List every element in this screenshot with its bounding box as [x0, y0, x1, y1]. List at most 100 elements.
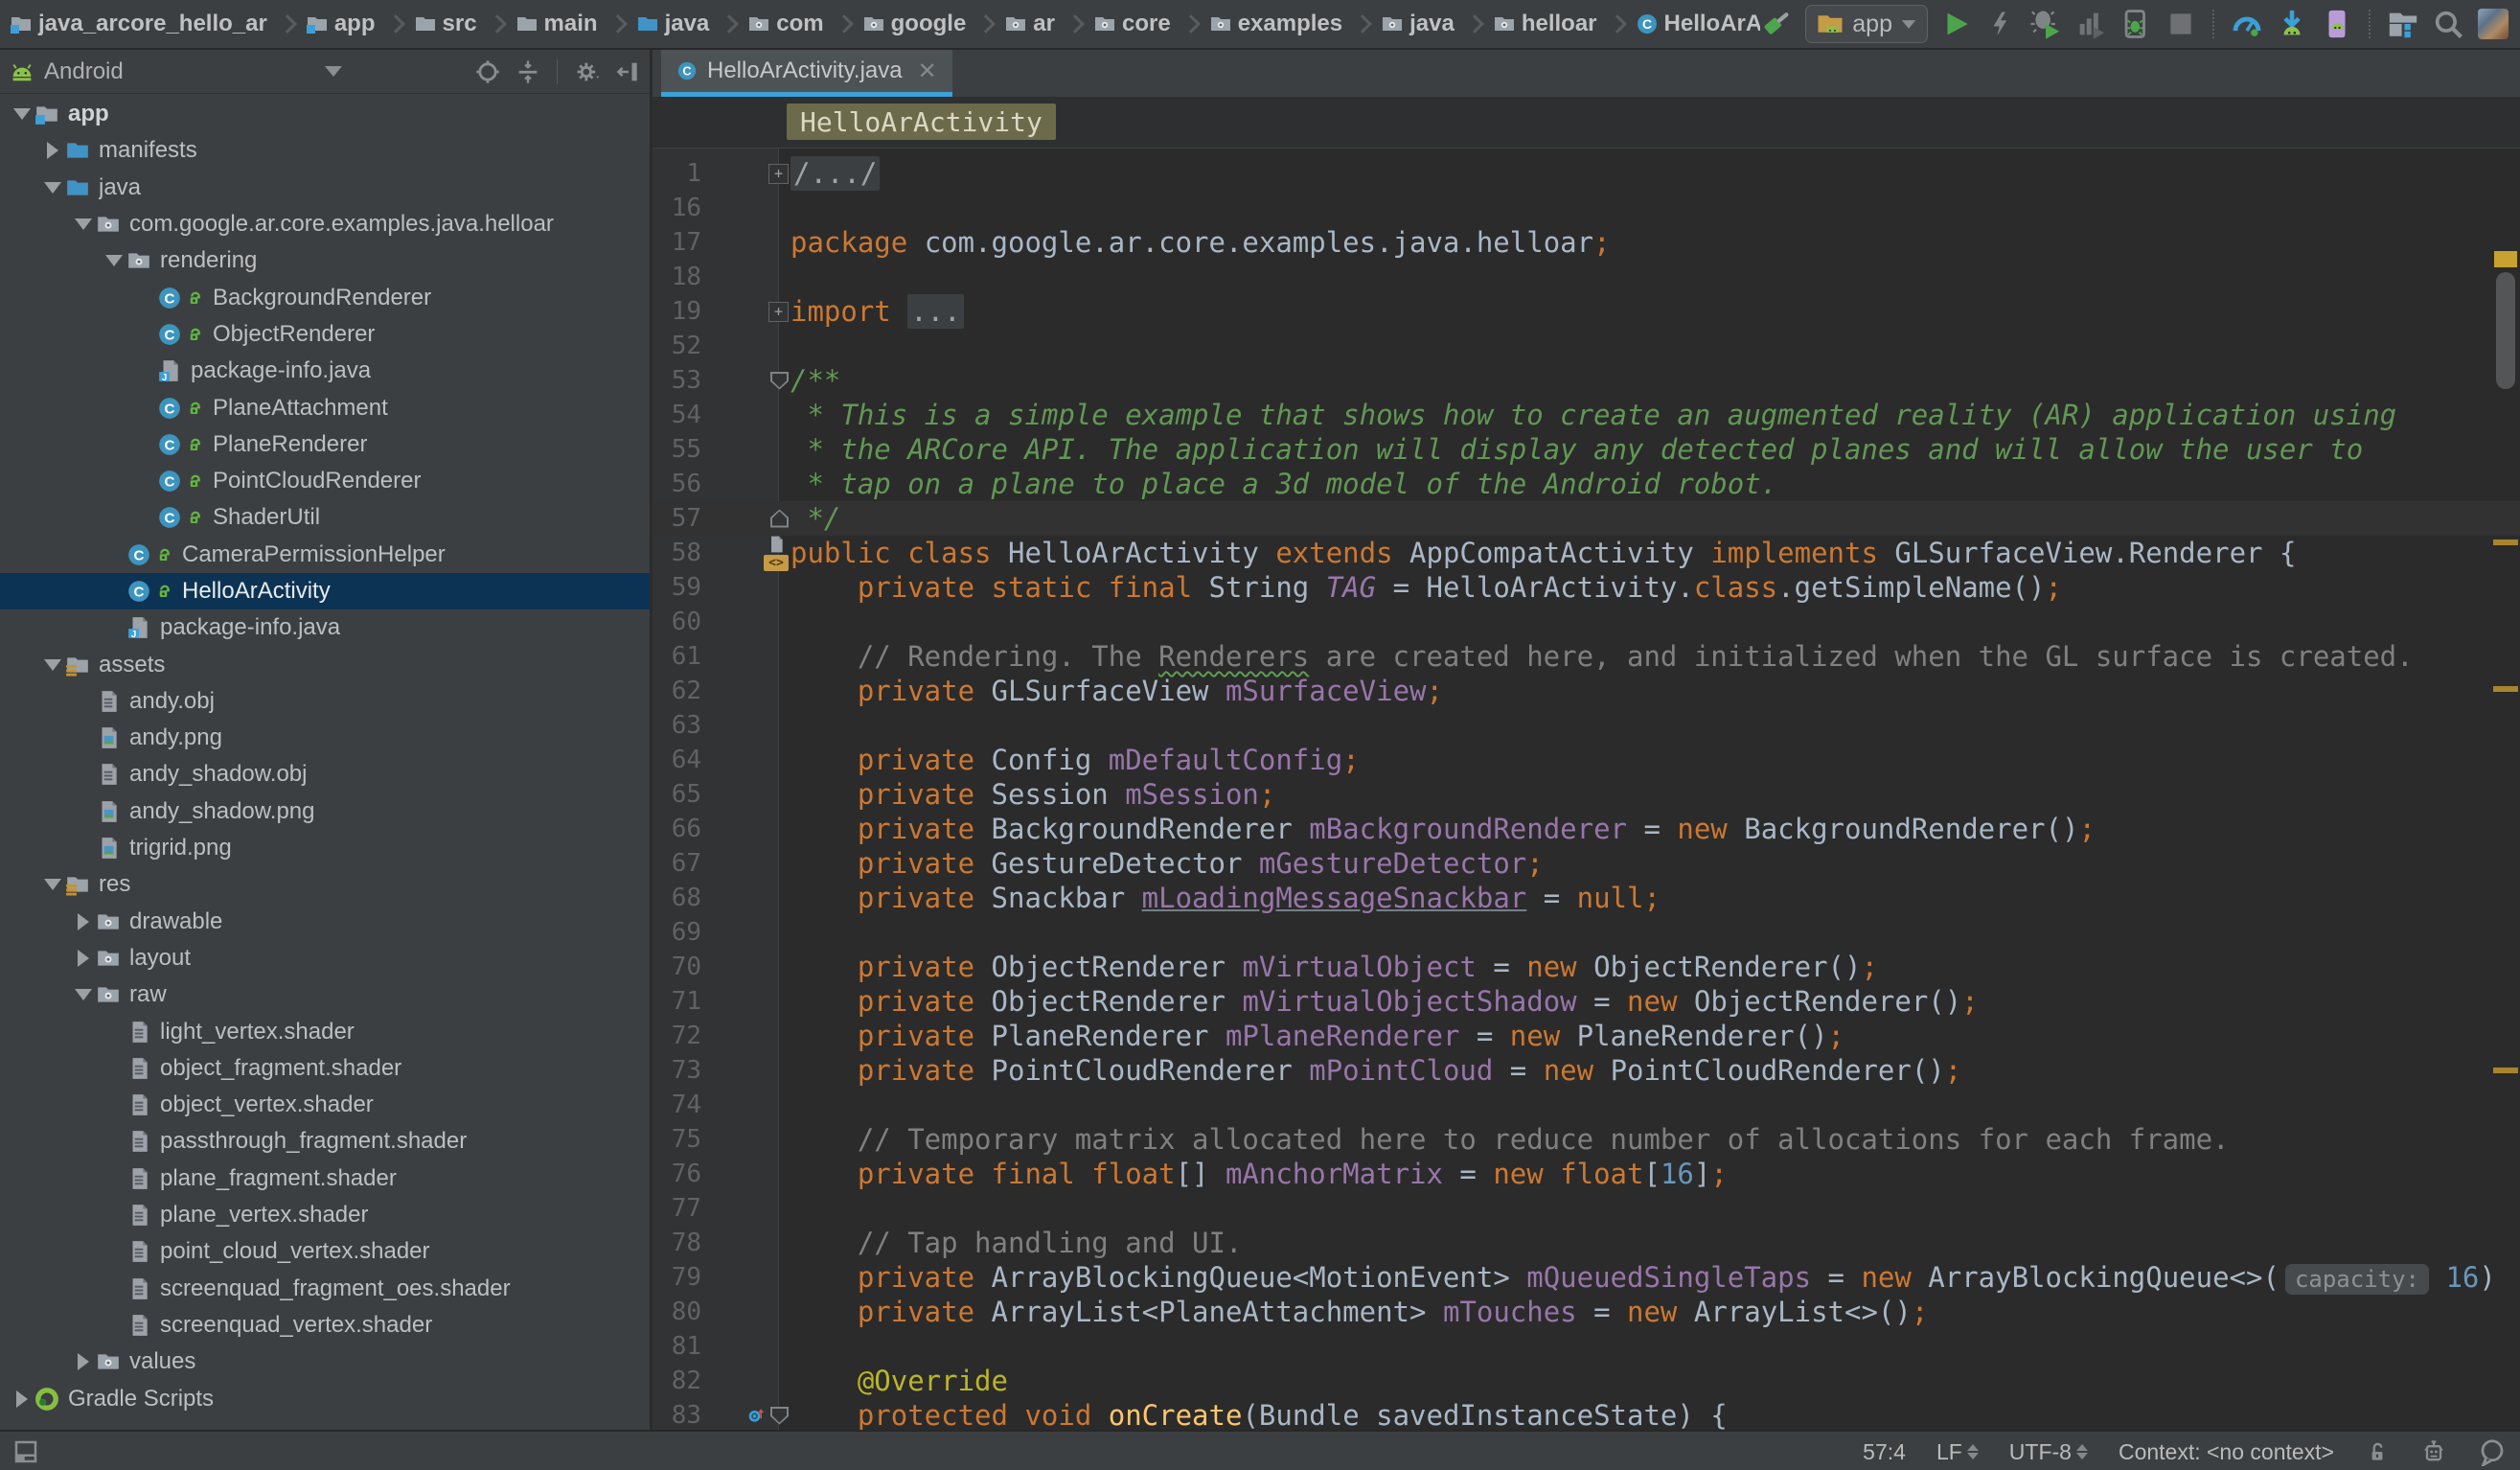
- tree-item-point-cloud-vertex-shader[interactable]: point_cloud_vertex.shader: [0, 1233, 650, 1270]
- code-line[interactable]: 59 private static final String TAG = Hel…: [653, 570, 2520, 605]
- tree-item-plane-fragment-shader[interactable]: plane_fragment.shader: [0, 1160, 650, 1197]
- breadcrumb-item-google[interactable]: google: [862, 11, 967, 37]
- code-line[interactable]: 83 protected void onCreate(Bundle savedI…: [653, 1398, 2520, 1430]
- code-line[interactable]: 55 * the ARCore API. The application wil…: [653, 432, 2520, 467]
- tree-item-andy-png[interactable]: andy.png: [0, 720, 650, 756]
- tree-item-pointcloudrenderer[interactable]: CPointCloudRenderer: [0, 463, 650, 499]
- tree-item-planeattachment[interactable]: CPlaneAttachment: [0, 389, 650, 425]
- fold-collapse-icon[interactable]: [770, 1407, 789, 1425]
- code-line[interactable]: 71 private ObjectRenderer mVirtualObject…: [653, 984, 2520, 1019]
- tree-item-drawable[interactable]: drawable: [0, 904, 650, 940]
- warning-stripe-mark[interactable]: [2493, 686, 2518, 692]
- tree-item-com-google-ar-core-examples-java-helloar[interactable]: com.google.ar.core.examples.java.helloar: [0, 206, 650, 242]
- tree-item-trigrid-png[interactable]: trigrid.png: [0, 830, 650, 866]
- tree-item-andy-shadow-obj[interactable]: andy_shadow.obj: [0, 756, 650, 792]
- code-line[interactable]: 17package com.google.ar.core.examples.ja…: [653, 225, 2520, 260]
- tree-item-shaderutil[interactable]: CShaderUtil: [0, 499, 650, 536]
- debug-button[interactable]: [2028, 7, 2063, 41]
- code-line[interactable]: 64 private Config mDefaultConfig;: [653, 743, 2520, 777]
- breadcrumb-item-examples[interactable]: examples: [1209, 11, 1342, 37]
- project-view-selector[interactable]: Android: [44, 58, 124, 85]
- code-line[interactable]: 63: [653, 708, 2520, 743]
- tree-item-package-info-java[interactable]: Jpackage-info.java: [0, 353, 650, 389]
- tab-helloaractivity-java[interactable]: C HelloArActivity.java ✕: [661, 50, 952, 92]
- caret-position[interactable]: 57:4: [1863, 1439, 1906, 1465]
- tree-item-andy-obj[interactable]: andy.obj: [0, 683, 650, 720]
- code-line[interactable]: 53/**: [653, 363, 2520, 398]
- run-button[interactable]: [1938, 7, 1973, 41]
- tree-item-helloaractivity[interactable]: CHelloArActivity: [0, 573, 650, 609]
- tree-item-andy-shadow-png[interactable]: andy_shadow.png: [0, 793, 650, 830]
- code-line[interactable]: 66 private BackgroundRenderer mBackgroun…: [653, 812, 2520, 846]
- profile-button[interactable]: [2073, 7, 2108, 41]
- warning-stripe-mark[interactable]: [2493, 1068, 2518, 1073]
- breadcrumb-item-java[interactable]: java: [636, 11, 710, 37]
- profiler-button[interactable]: [2230, 7, 2264, 41]
- fold-end-icon[interactable]: [770, 510, 789, 528]
- inspector-icon[interactable]: [2420, 1437, 2447, 1466]
- tree-item-java[interactable]: java: [0, 170, 650, 206]
- code-line[interactable]: 69: [653, 915, 2520, 950]
- make-project-button[interactable]: [1760, 7, 1795, 41]
- tree-item-object-vertex-shader[interactable]: object_vertex.shader: [0, 1087, 650, 1123]
- tree-item-layout[interactable]: layout: [0, 940, 650, 976]
- tree-item-object-fragment-shader[interactable]: object_fragment.shader: [0, 1050, 650, 1087]
- code-line[interactable]: 56 * tap on a plane to place a 3d model …: [653, 467, 2520, 501]
- code-line[interactable]: 79 private ArrayBlockingQueue<MotionEven…: [653, 1260, 2520, 1295]
- code-line[interactable]: 1+/.../: [653, 156, 2520, 191]
- tree-item-screenquad-vertex-shader[interactable]: screenquad_vertex.shader: [0, 1307, 650, 1344]
- code-line[interactable]: 80 private ArrayList<PlaneAttachment> mT…: [653, 1295, 2520, 1329]
- code-line[interactable]: 78 // Tap handling and UI.: [653, 1226, 2520, 1260]
- attach-debugger-button[interactable]: [2119, 7, 2153, 41]
- tree-item-plane-vertex-shader[interactable]: plane_vertex.shader: [0, 1197, 650, 1233]
- fold-expand-icon[interactable]: +: [768, 302, 789, 322]
- unlock-icon[interactable]: [2365, 1438, 2390, 1465]
- tree-item-package-info-java[interactable]: Jpackage-info.java: [0, 609, 650, 646]
- hide-panel-icon[interactable]: [615, 58, 642, 85]
- breadcrumb-item-core[interactable]: core: [1093, 11, 1171, 37]
- breadcrumb-item-java[interactable]: java: [1381, 11, 1455, 37]
- code-line[interactable]: 61 // Rendering. The Renderers are creat…: [653, 639, 2520, 674]
- close-icon[interactable]: ✕: [918, 57, 937, 85]
- code-line[interactable]: 60: [653, 605, 2520, 639]
- code-line[interactable]: 19+import ...: [653, 294, 2520, 329]
- code-line[interactable]: 65 private Session mSession;: [653, 777, 2520, 812]
- breadcrumb-current-element[interactable]: HelloArActivity: [787, 103, 1056, 140]
- tree-item-camerapermissionhelper[interactable]: CCameraPermissionHelper: [0, 537, 650, 573]
- code-line[interactable]: 52: [653, 329, 2520, 363]
- breadcrumb-item-helloaractivity[interactable]: CHelloArActivity: [1636, 11, 1761, 37]
- code-line[interactable]: 73 private PointCloudRenderer mPointClou…: [653, 1053, 2520, 1088]
- stop-button[interactable]: [2164, 7, 2198, 41]
- breadcrumb-item-main[interactable]: main: [515, 11, 598, 37]
- sdk-manager-button[interactable]: [2275, 7, 2309, 41]
- breadcrumb-item-java_arcore_hello_ar[interactable]: java_arcore_hello_ar: [10, 11, 267, 37]
- chevron-down-icon[interactable]: [325, 66, 342, 77]
- code-line[interactable]: 67 private GestureDetector mGestureDetec…: [653, 846, 2520, 881]
- code-line[interactable]: 77: [653, 1191, 2520, 1226]
- tree-item-values[interactable]: values: [0, 1344, 650, 1380]
- line-ending-select[interactable]: LF: [1936, 1439, 1979, 1465]
- code-line[interactable]: 54 * This is a simple example that shows…: [653, 398, 2520, 432]
- tree-item-passthrough-fragment-shader[interactable]: passthrough_fragment.shader: [0, 1123, 650, 1160]
- tree-item-backgroundrenderer[interactable]: CBackgroundRenderer: [0, 279, 650, 315]
- tree-item-screenquad-fragment-oes-shader[interactable]: screenquad_fragment_oes.shader: [0, 1271, 650, 1307]
- tree-item-raw[interactable]: raw: [0, 976, 650, 1013]
- warning-stripe-mark[interactable]: [2493, 540, 2518, 545]
- panel-toggle-icon[interactable]: [11, 1437, 40, 1466]
- code-editor[interactable]: 1+/.../1617package com.google.ar.core.ex…: [653, 149, 2520, 1430]
- tree-item-objectrenderer[interactable]: CObjectRenderer: [0, 316, 650, 353]
- error-stripe[interactable]: [2489, 247, 2520, 1430]
- fold-collapse-icon[interactable]: [770, 372, 789, 390]
- tree-item-assets[interactable]: assets: [0, 646, 650, 682]
- breadcrumb-item-helloar[interactable]: helloar: [1493, 11, 1597, 37]
- search-everywhere-button[interactable]: [2431, 7, 2465, 41]
- code-line[interactable]: 81: [653, 1329, 2520, 1364]
- gear-icon[interactable]: [573, 58, 602, 85]
- code-line[interactable]: 18: [653, 260, 2520, 294]
- tree-item-planerenderer[interactable]: CPlaneRenderer: [0, 426, 650, 463]
- run-configuration-select[interactable]: app: [1805, 5, 1928, 43]
- code-line[interactable]: 58<>public class HelloArActivity extends…: [653, 536, 2520, 570]
- tree-item-manifests[interactable]: manifests: [0, 132, 650, 169]
- code-line[interactable]: 70 private ObjectRenderer mVirtualObject…: [653, 950, 2520, 984]
- tree-item-res[interactable]: res: [0, 866, 650, 903]
